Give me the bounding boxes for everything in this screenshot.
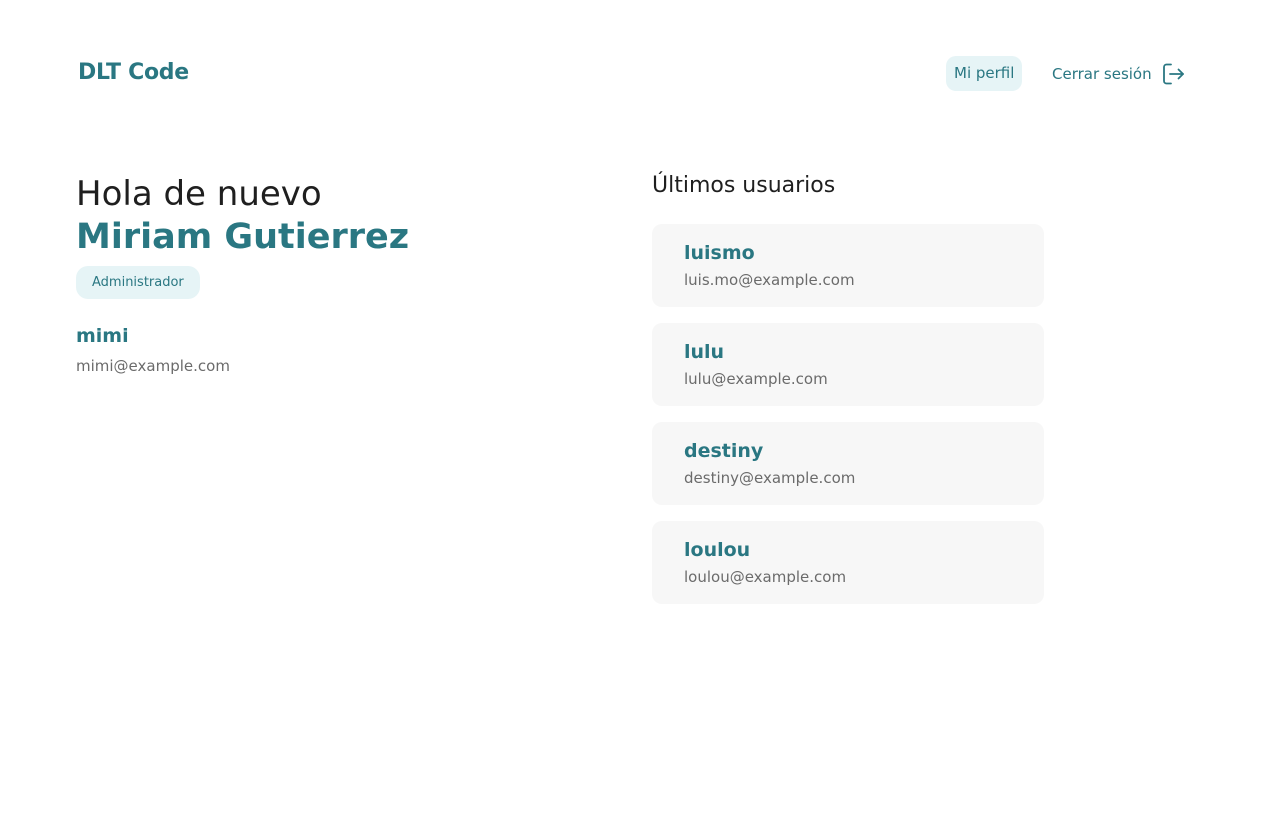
role-badge: Administrador [76,266,200,299]
top-header: DLT Code Mi perfil Cerrar sesión [0,0,1280,146]
current-email: mimi@example.com [76,357,230,375]
user-card-username: luismo [684,242,755,264]
user-card-username: destiny [684,440,764,462]
user-card-email: luis.mo@example.com [684,271,855,289]
greeting-text: Hola de nuevo [76,174,322,214]
user-full-name: Miriam Gutierrez [76,217,410,257]
current-username: mimi [76,325,129,347]
user-card[interactable]: destiny destiny@example.com [652,422,1044,505]
user-card-email: destiny@example.com [684,469,856,487]
logout-link[interactable]: Cerrar sesión [1052,58,1186,90]
my-profile-link[interactable]: Mi perfil [946,56,1023,91]
logout-label: Cerrar sesión [1052,65,1152,83]
brand-logo[interactable]: DLT Code [78,58,189,88]
user-card-email: loulou@example.com [684,568,847,586]
user-card[interactable]: luismo luis.mo@example.com [652,224,1044,307]
recent-users-title: Últimos usuarios [652,173,836,198]
user-card[interactable]: loulou loulou@example.com [652,521,1044,604]
recent-users-list: luismo luis.mo@example.com lulu lulu@exa… [652,224,1044,604]
user-card-username: loulou [684,539,751,561]
user-card[interactable]: lulu lulu@example.com [652,323,1044,406]
user-card-email: lulu@example.com [684,370,828,388]
logout-icon [1160,61,1186,87]
user-card-username: lulu [684,341,725,363]
page: DLT Code Mi perfil Cerrar sesión Hola de… [0,0,1280,832]
